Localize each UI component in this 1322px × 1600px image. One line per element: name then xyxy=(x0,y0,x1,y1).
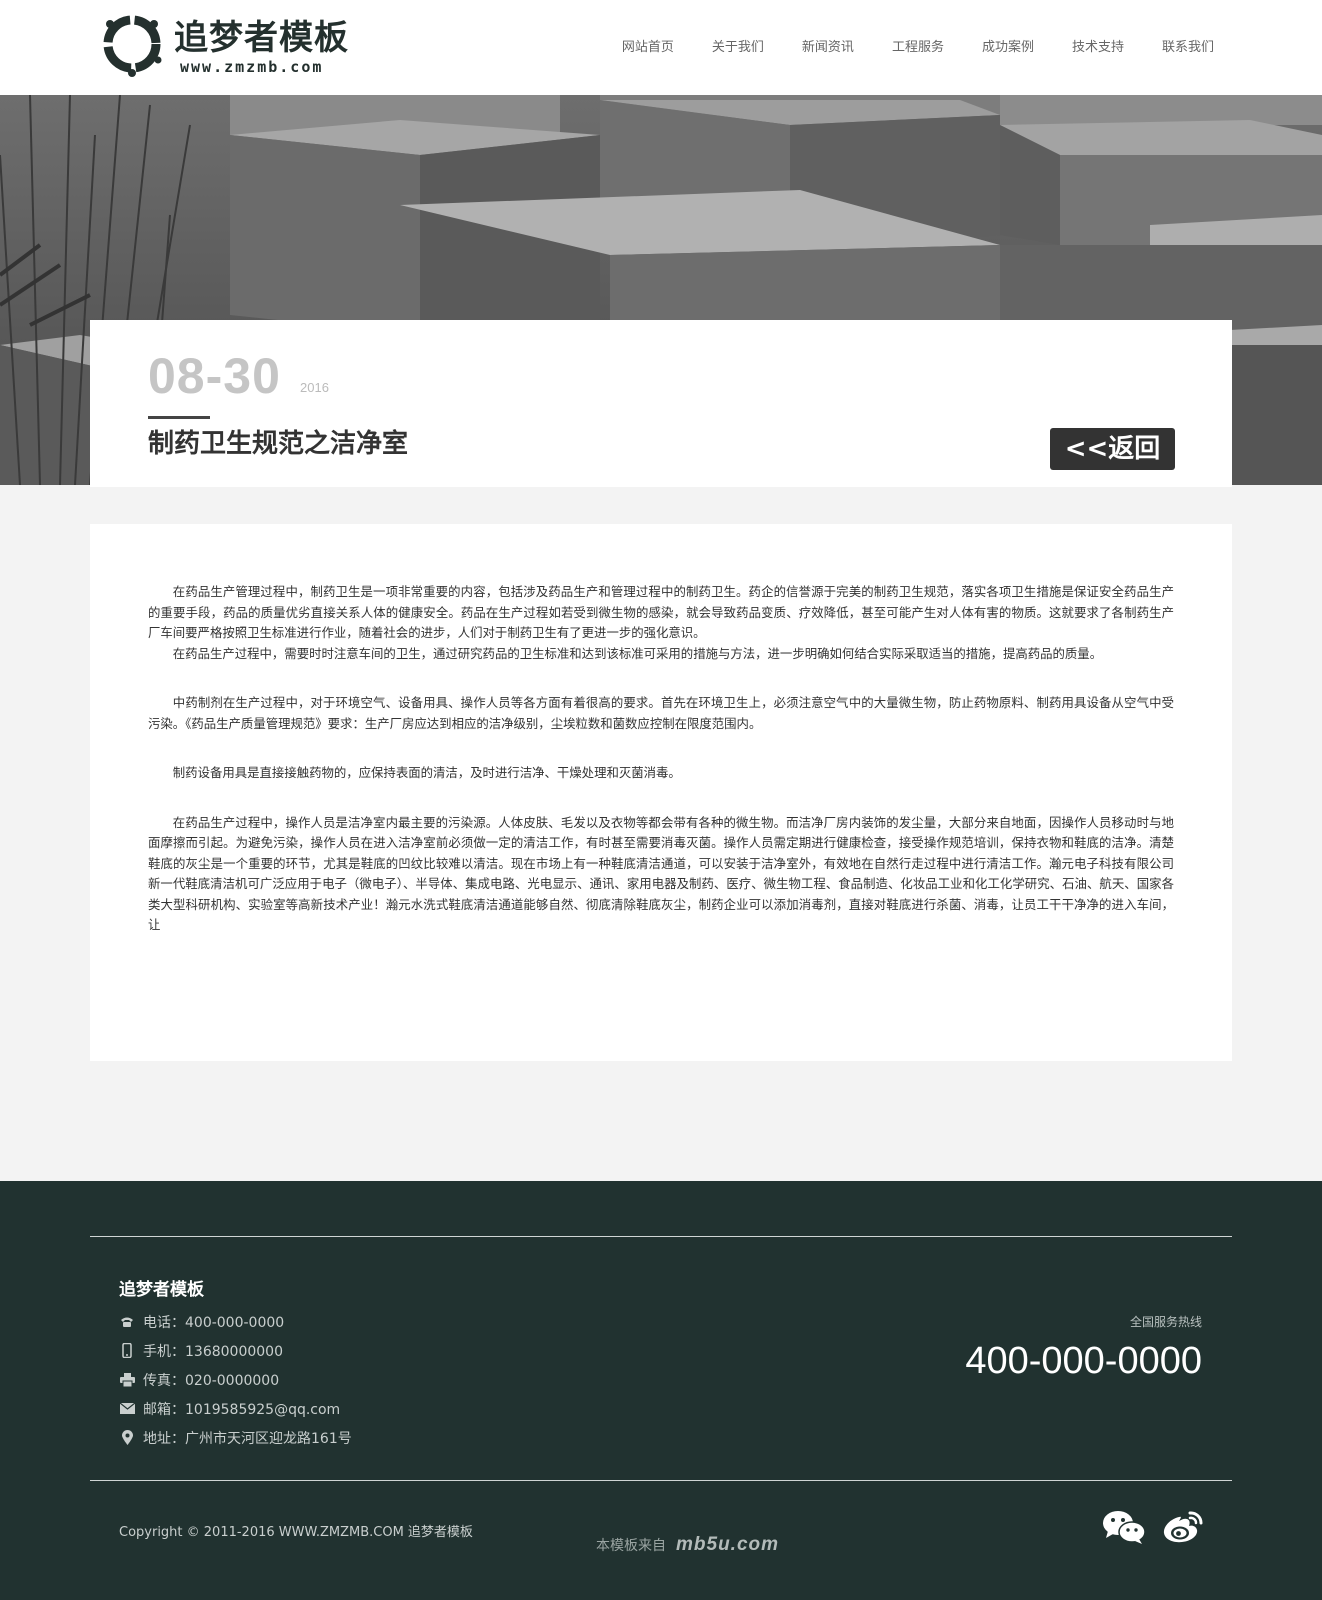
mobile-icon xyxy=(119,1343,135,1359)
hotline-label: 全国服务热线 xyxy=(1129,1315,1202,1329)
article-title: 制药卫生规范之洁净室 xyxy=(148,429,409,459)
footer-company-name: 追梦者模板 xyxy=(119,1280,204,1300)
footer-divider-top xyxy=(90,1236,1232,1237)
article-paragraph: 中药制剂在生产过程中，对于环境空气、设备用具、操作人员等各方面有着很高的要求。首… xyxy=(148,695,1174,731)
main-nav: 网站首页 关于我们 新闻资讯 工程服务 成功案例 技术支持 联系我们 xyxy=(584,36,1214,60)
weibo-icon[interactable] xyxy=(1162,1509,1206,1549)
site-header: 追梦者模板 www.zmzmb.com 网站首页 关于我们 新闻资讯 工程服务 … xyxy=(0,0,1322,95)
location-icon xyxy=(119,1430,135,1446)
article-paragraph: 在药品生产过程中，需要时时注意车间的卫生，通过研究药品的卫生标准和达到该标准可采… xyxy=(172,645,1103,661)
footer-contact-phone: 电话：400-000-0000 xyxy=(119,1307,352,1336)
back-button[interactable]: <<返回 xyxy=(1050,428,1175,470)
copyright-text: Copyright © 2011-2016 WWW.ZMZMB.COM 追梦者模… xyxy=(119,1525,473,1540)
footer-contact-address: 地址：广州市天河区迎龙路161号 xyxy=(119,1423,352,1452)
nav-support[interactable]: 技术支持 xyxy=(1072,36,1124,60)
footer-contact-list: 电话：400-000-0000 手机：13680000000 传真：020-00… xyxy=(119,1307,352,1452)
nav-cases[interactable]: 成功案例 xyxy=(982,36,1034,60)
article-header-card: 08-30 2016 制药卫生规范之洁净室 <<返回 xyxy=(90,320,1232,487)
nav-home[interactable]: 网站首页 xyxy=(622,36,674,60)
logo-mark-icon xyxy=(103,15,162,77)
site-footer: 追梦者模板 电话：400-000-0000 手机：13680000000 传真：… xyxy=(0,1181,1322,1600)
phone-icon xyxy=(119,1314,135,1330)
nav-contact[interactable]: 联系我们 xyxy=(1162,36,1214,60)
nav-news[interactable]: 新闻资讯 xyxy=(802,36,854,60)
template-credit[interactable]: 本模板来自 mb5u.com xyxy=(596,1534,779,1556)
fax-icon xyxy=(119,1372,135,1388)
site-logo[interactable]: 追梦者模板 www.zmzmb.com xyxy=(98,8,378,80)
article-paragraph: 在药品生产管理过程中，制药卫生是一项非常重要的内容，包括涉及药品生产和管理过程中… xyxy=(148,584,1174,640)
mail-icon xyxy=(119,1401,135,1417)
footer-contact-mobile: 手机：13680000000 xyxy=(119,1336,352,1365)
footer-divider-bottom xyxy=(90,1480,1232,1481)
footer-contact-email: 邮箱：1019585925@qq.com xyxy=(119,1394,352,1423)
footer-contact-fax: 传真：020-0000000 xyxy=(119,1365,352,1394)
wechat-icon[interactable] xyxy=(1102,1509,1146,1549)
article-paragraph: 在药品生产过程中，操作人员是洁净室内最主要的污染源。人体皮肤、毛发以及衣物等都会… xyxy=(148,814,1174,933)
article-year: 2016 xyxy=(300,380,329,395)
article-body: 在药品生产管理过程中，制药卫生是一项非常重要的内容，包括涉及药品生产和管理过程中… xyxy=(90,524,1232,1061)
credit-prefix: 本模板来自 xyxy=(596,1538,666,1554)
article-date: 08-30 xyxy=(148,348,281,404)
credit-brand: mb5u.com xyxy=(676,1534,780,1555)
title-divider xyxy=(148,416,210,419)
logo-subtitle: www.zmzmb.com xyxy=(180,58,324,76)
article-paragraph: 制药设备用具是直接接触药物的，应保持表面的清洁，及时进行洁净、干燥处理和灭菌消毒… xyxy=(172,765,681,780)
logo-title: 追梦者模板 xyxy=(174,18,349,58)
nav-services[interactable]: 工程服务 xyxy=(892,36,944,60)
nav-about[interactable]: 关于我们 xyxy=(712,36,764,60)
hotline-number: 400-000-0000 xyxy=(965,1340,1202,1382)
